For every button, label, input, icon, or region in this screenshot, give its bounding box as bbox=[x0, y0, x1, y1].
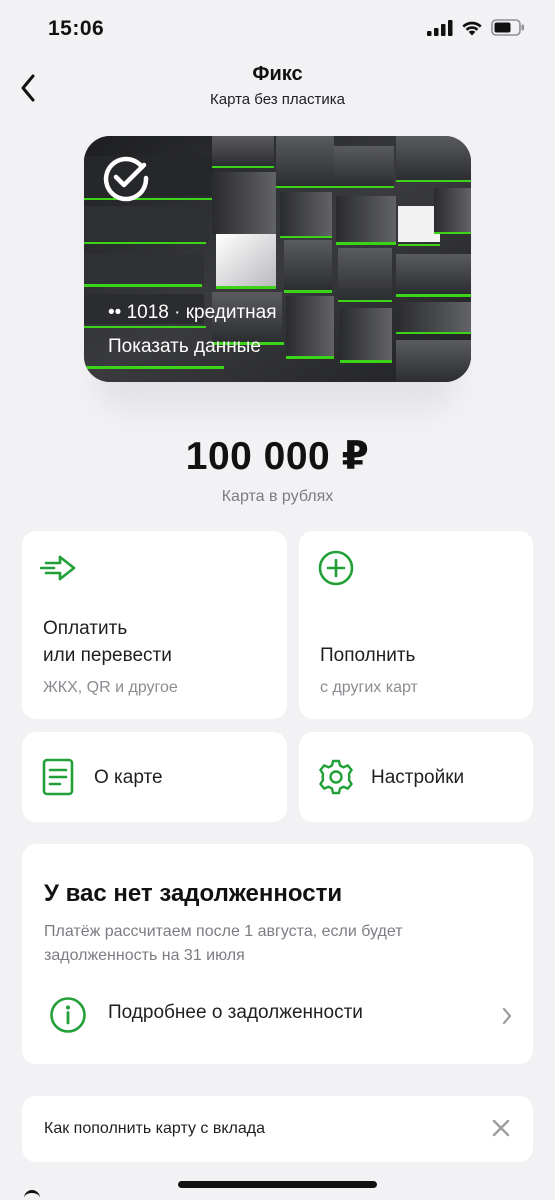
chevron-right-icon bbox=[502, 1007, 512, 1025]
battery-icon bbox=[491, 19, 524, 36]
debt-details-label: Подробнее о задолженности bbox=[108, 1002, 363, 1023]
pay-tile-subtitle: ЖКХ, QR и другое bbox=[43, 679, 178, 696]
gear-icon bbox=[319, 759, 353, 795]
sber-logo-icon bbox=[103, 156, 149, 202]
balance-amount: 100 000 ₽ bbox=[185, 435, 370, 478]
debt-details-link[interactable]: Подробнее о задолженности bbox=[22, 992, 533, 1038]
settings-tile-title: Настройки bbox=[371, 767, 465, 788]
document-icon bbox=[42, 758, 74, 796]
page-title: Фикс bbox=[252, 63, 303, 85]
top-up-tile[interactable]: Пополнить с других карт bbox=[299, 531, 533, 719]
pay-or-transfer-tile[interactable]: Оплатить или перевести ЖКХ, QR и другое bbox=[22, 531, 287, 719]
plus-circle-icon bbox=[318, 550, 354, 586]
debt-description: Платёж рассчитаем после 1 августа, если … bbox=[44, 923, 403, 964]
home-indicator[interactable] bbox=[178, 1181, 377, 1188]
cellular-signal-icon bbox=[427, 19, 453, 36]
pay-arrow-icon bbox=[40, 555, 76, 581]
close-icon bbox=[492, 1119, 510, 1137]
info-circle-icon bbox=[50, 997, 86, 1033]
debt-panel: У вас нет задолженности Платёж рассчитае… bbox=[22, 844, 533, 1064]
page-subtitle: Карта без пластика bbox=[210, 91, 345, 108]
settings-tile[interactable]: Настройки bbox=[299, 732, 533, 822]
header: Фикс Карта без пластика bbox=[0, 60, 555, 120]
status-icons bbox=[427, 19, 525, 36]
pay-tile-title-line1: Оплатить bbox=[43, 618, 128, 639]
show-card-data-link[interactable]: Показать данные bbox=[108, 336, 261, 358]
screen: 15:06 Фикс Карта без пластика •• 1018 · … bbox=[0, 0, 555, 1200]
status-time: 15:06 bbox=[48, 17, 105, 40]
card-number: •• 1018 · кредитная bbox=[108, 302, 277, 323]
status-bar: 15:06 bbox=[0, 0, 555, 60]
top-up-tile-subtitle: с других карт bbox=[320, 679, 418, 696]
banner-label: Как пополнить карту с вклада bbox=[44, 1120, 265, 1137]
about-card-tile[interactable]: О карте bbox=[22, 732, 287, 822]
top-up-tile-title: Пополнить bbox=[320, 645, 416, 666]
partial-content-edge bbox=[24, 1190, 40, 1200]
top-up-from-deposit-banner[interactable]: Как пополнить карту с вклада bbox=[22, 1096, 533, 1162]
about-card-tile-title: О карте bbox=[94, 767, 163, 788]
balance-caption: Карта в рублях bbox=[221, 488, 334, 505]
banner-close-button[interactable] bbox=[489, 1116, 513, 1140]
bank-card[interactable]: •• 1018 · кредитная Показать данные bbox=[84, 136, 471, 382]
debt-title: У вас нет задолженности bbox=[44, 880, 343, 907]
pay-tile-title-line2: или перевести bbox=[43, 645, 172, 666]
wifi-icon bbox=[462, 21, 482, 35]
